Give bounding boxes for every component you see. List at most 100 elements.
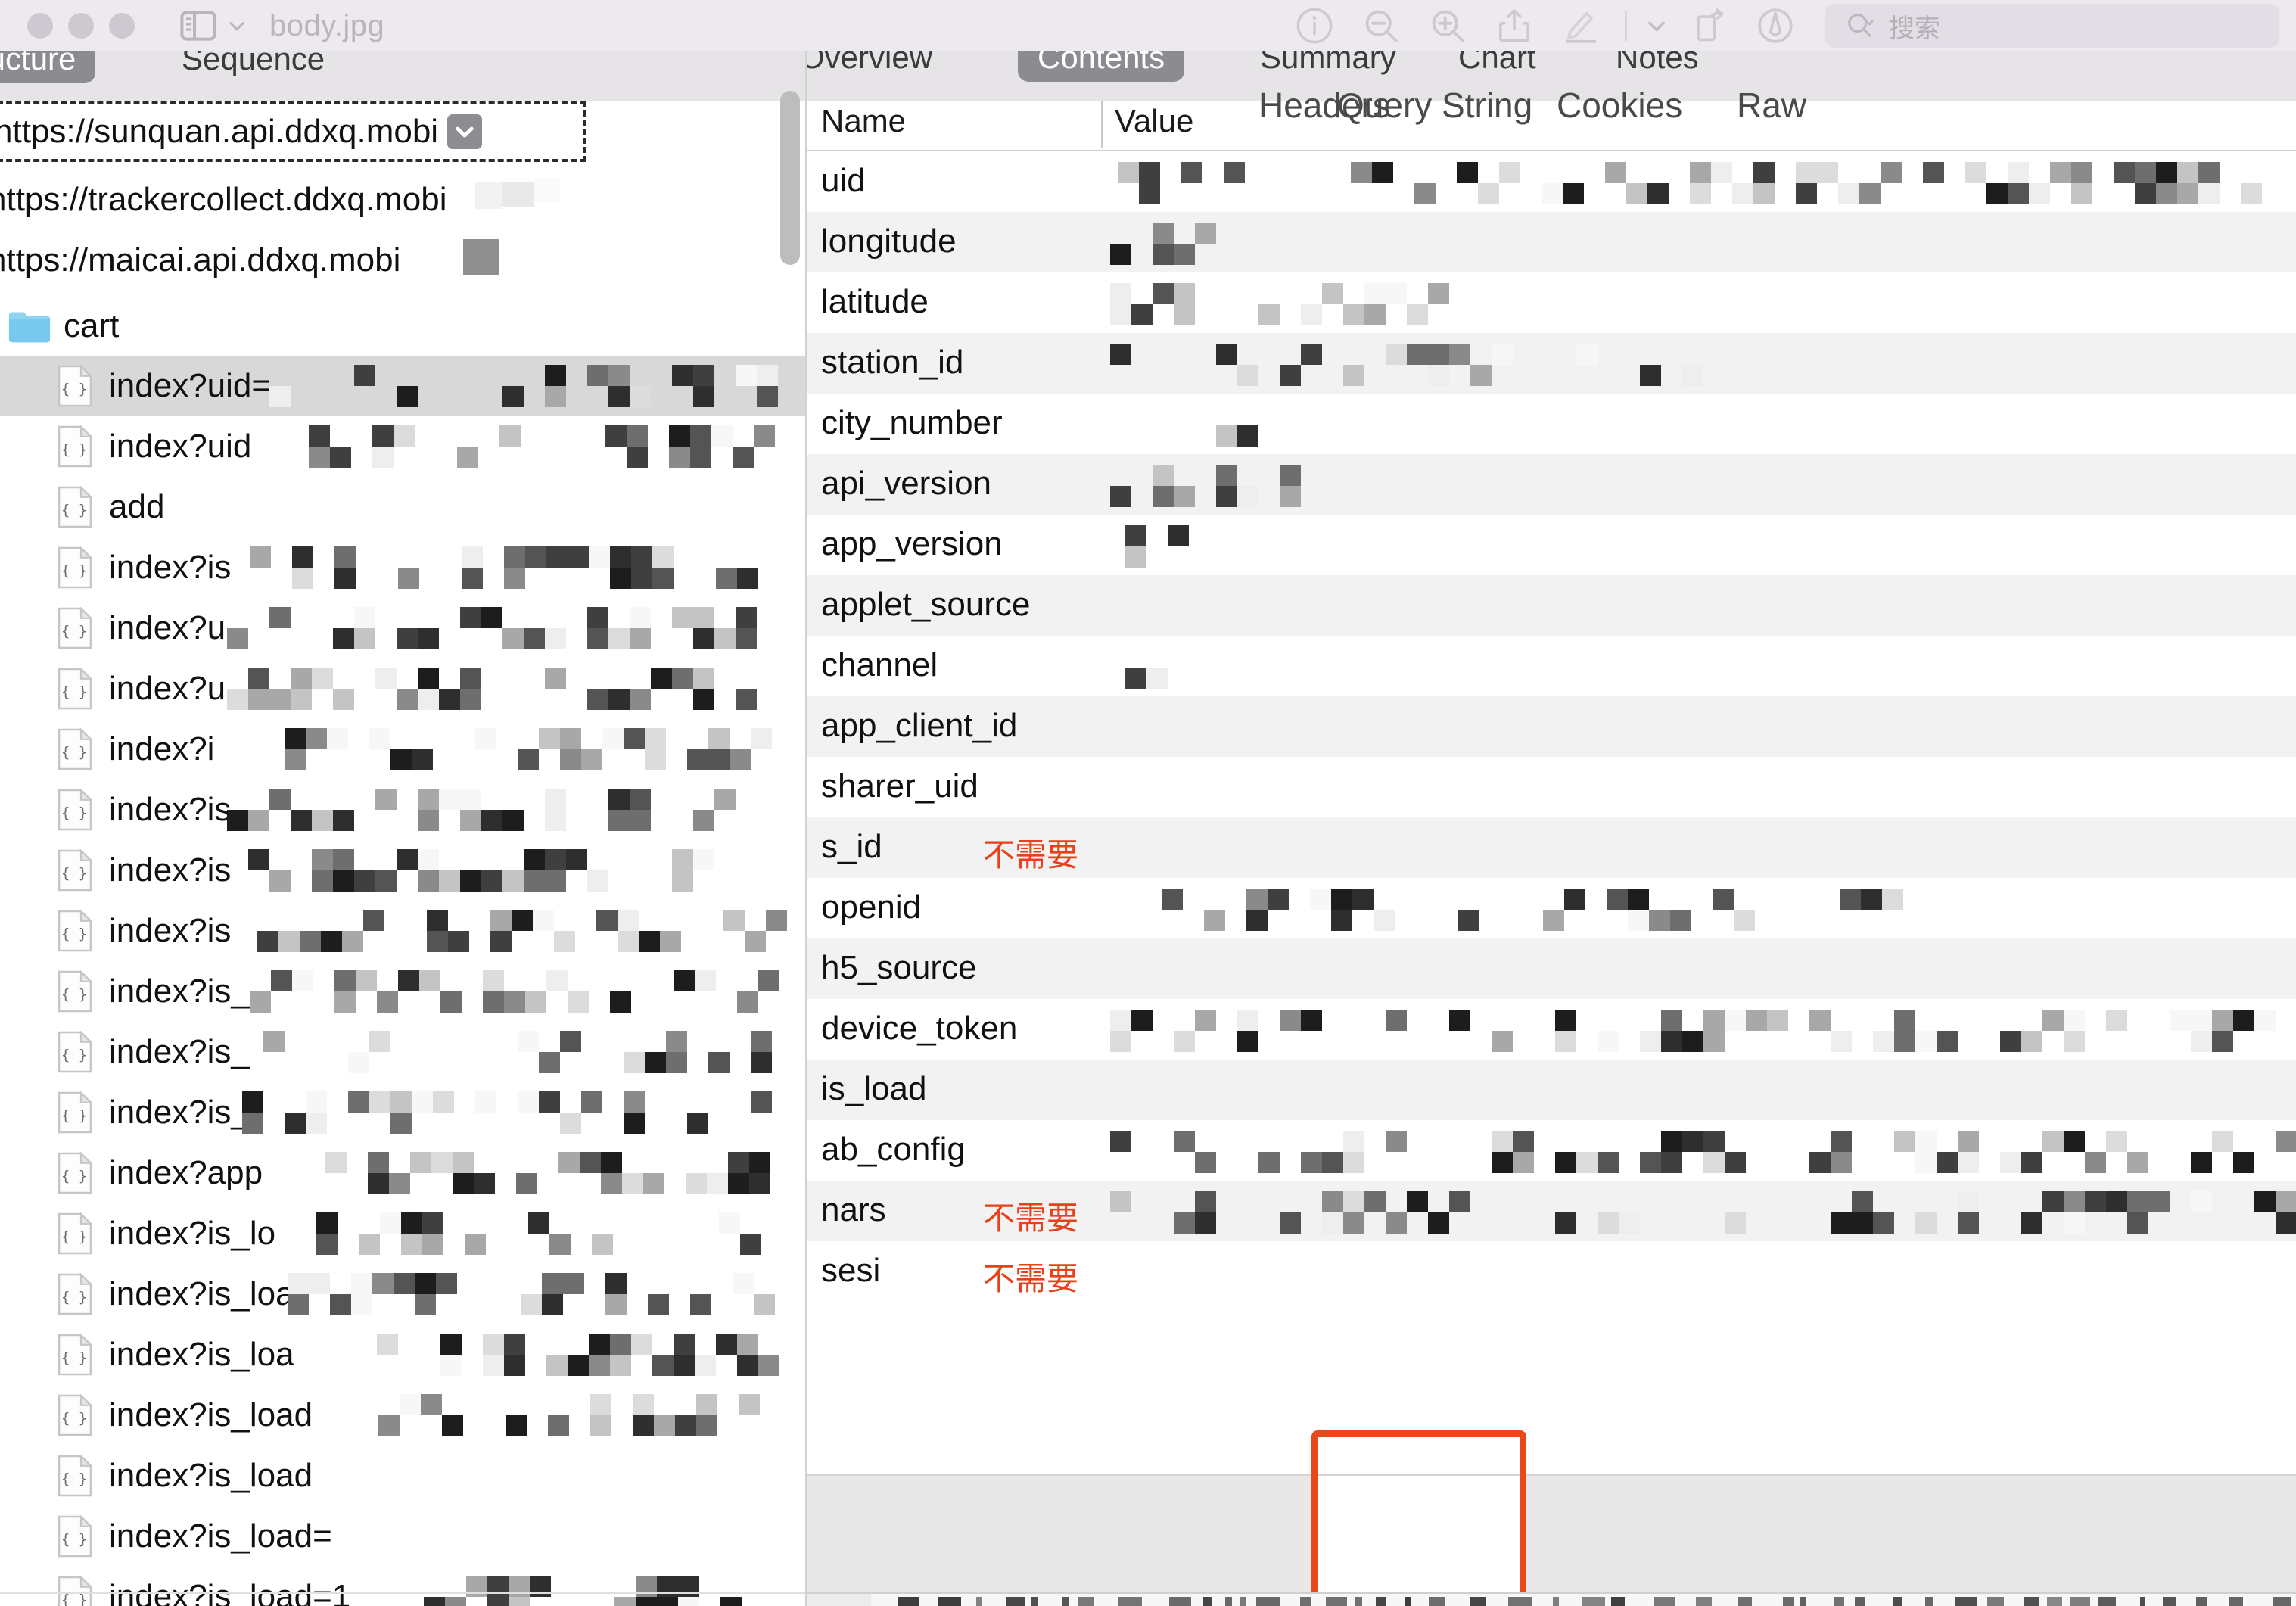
request-row[interactable]: { } index?uid [0,416,807,477]
param-name: api_version [821,465,992,502]
minimize-button[interactable] [68,13,94,39]
folder-icon [8,312,51,343]
zoom-out-icon[interactable] [1361,6,1401,45]
tab-chart[interactable]: Chart [1458,51,1536,76]
code-glyph [2163,1597,2176,1606]
table-row[interactable]: is_load [807,1060,2296,1120]
markup-chevron-down-icon[interactable] [1645,14,1668,37]
request-row[interactable]: { } index?is_ [0,1082,807,1143]
request-row[interactable]: { } index?uid= [0,356,807,416]
json-file-icon: { } [58,1394,92,1436]
code-glyph [1031,1597,1038,1606]
request-label: index?i [109,730,215,767]
table-header: Name Value [807,101,2296,151]
zoom-in-icon[interactable] [1428,6,1467,45]
tab-notes[interactable]: Notes [1616,51,1699,76]
param-name: sharer_uid [821,767,978,805]
tab-overview[interactable]: Overview [807,51,932,76]
request-label: index?uid= [109,367,272,404]
annotate-icon[interactable] [1756,6,1795,45]
markup-pencil-icon[interactable] [1561,6,1601,45]
code-glyph [1893,1597,1902,1606]
tab-summary[interactable]: Summary [1260,51,1396,76]
host-chevron-down-icon[interactable] [447,114,483,149]
table-row[interactable]: s_id 不需要 [807,817,2296,878]
table-row[interactable]: nars 不需要 [807,1181,2296,1241]
request-row[interactable]: { } index?is_load=1 [0,1567,807,1606]
code-glyph [938,1597,961,1606]
close-button[interactable] [27,13,53,39]
vertical-scrollbar[interactable] [780,91,800,265]
request-row[interactable]: { } index?is [0,901,807,961]
request-row[interactable]: { } index?u [0,658,807,719]
bottom-tab-query-string[interactable]: Query String [1337,85,1532,126]
table-row[interactable]: app_version [807,515,2296,575]
bottom-tab-raw[interactable]: Raw [1737,85,1806,126]
request-row[interactable]: { } index?is_loa [0,1264,807,1324]
table-row[interactable]: h5_source [807,938,2296,999]
table-row[interactable]: api_version [807,454,2296,515]
table-row[interactable]: app_client_id [807,696,2296,757]
table-row[interactable]: uid [807,151,2296,212]
tab-sequence[interactable]: Sequence [182,51,325,77]
request-label: index?uid [109,428,252,465]
zoom-button[interactable] [109,13,135,39]
request-row[interactable]: { } add [0,477,807,537]
table-row[interactable]: openid [807,878,2296,938]
host-row[interactable]: https://trackercollect.ddxq.mobi [0,170,446,230]
rotate-icon[interactable] [1689,6,1728,45]
request-row[interactable]: { } index?is [0,840,807,901]
bottom-tab-cookies[interactable]: Cookies [1557,85,1682,126]
request-row[interactable]: { } index?i [0,719,807,780]
host-row[interactable]: https://maicai.api.ddxq.mobi [0,230,400,291]
param-name: is_load [821,1070,927,1107]
tab-contents[interactable]: Contents [1018,51,1185,82]
column-header-value[interactable]: Value [1115,103,1193,139]
column-header-name[interactable]: Name [821,103,906,139]
json-file-icon: { } [58,1031,92,1073]
table-row[interactable]: sharer_uid [807,757,2296,817]
table-row[interactable]: sesi 不需要 [807,1241,2296,1302]
request-row[interactable]: { } index?is_load [0,1385,807,1446]
request-row[interactable]: { } index?is [0,537,807,598]
request-row[interactable]: { } index?app [0,1143,807,1203]
request-label: index?u [109,670,226,707]
host-row-selected[interactable]: https://sunquan.api.ddxq.mobi [0,101,586,162]
table-row[interactable]: device_token [807,999,2296,1060]
svg-text:{ }: { } [61,381,87,397]
right-tabbar: Overview Contents Summary Chart Notes [807,51,2296,101]
svg-text:{ }: { } [61,805,87,821]
table-row[interactable]: ab_config [807,1120,2296,1181]
tab-structure[interactable]: Structure [0,51,96,83]
right-panel: Overview Contents Summary Chart Notes Na… [807,51,2296,1606]
request-row[interactable]: { } index?is [0,780,807,840]
annotation-note: 不需要 [983,1261,1079,1296]
request-row[interactable]: { } index?is_loa [0,1324,807,1385]
request-row[interactable]: { } index?is_load= [0,1506,807,1567]
json-file-icon: { } [58,486,92,528]
request-row[interactable]: { } index?is_ [0,961,807,1022]
column-divider[interactable] [1101,101,1103,148]
search-input[interactable]: 搜索 [1825,4,2279,48]
request-row[interactable]: { } index?is_ [0,1022,807,1082]
table-row[interactable]: station_id [807,333,2296,394]
sidebar-toggle-icon[interactable] [180,11,216,41]
request-row[interactable]: { } index?u [0,598,807,658]
window-titlebar: body.jpg 搜索 [0,0,2296,51]
table-row[interactable]: channel [807,636,2296,696]
info-icon[interactable] [1295,6,1334,45]
sidebar-chevron-down-icon[interactable] [227,16,247,36]
json-file-icon: { } [58,728,92,770]
table-row[interactable]: applet_source [807,575,2296,636]
folder-row-cart[interactable]: cart [8,297,119,356]
request-row[interactable]: { } index?is_lo [0,1203,807,1264]
table-row[interactable]: city_number [807,394,2296,454]
request-label: index?is [109,912,232,949]
table-row[interactable]: latitude [807,272,2296,333]
left-tabbar: Structure Sequence [0,51,807,101]
share-icon[interactable] [1495,6,1534,45]
table-row[interactable]: longitude [807,212,2296,272]
request-row[interactable]: { } index?is_load [0,1446,807,1506]
param-name: s_id [821,828,882,865]
svg-text:{ }: { } [61,986,87,1003]
